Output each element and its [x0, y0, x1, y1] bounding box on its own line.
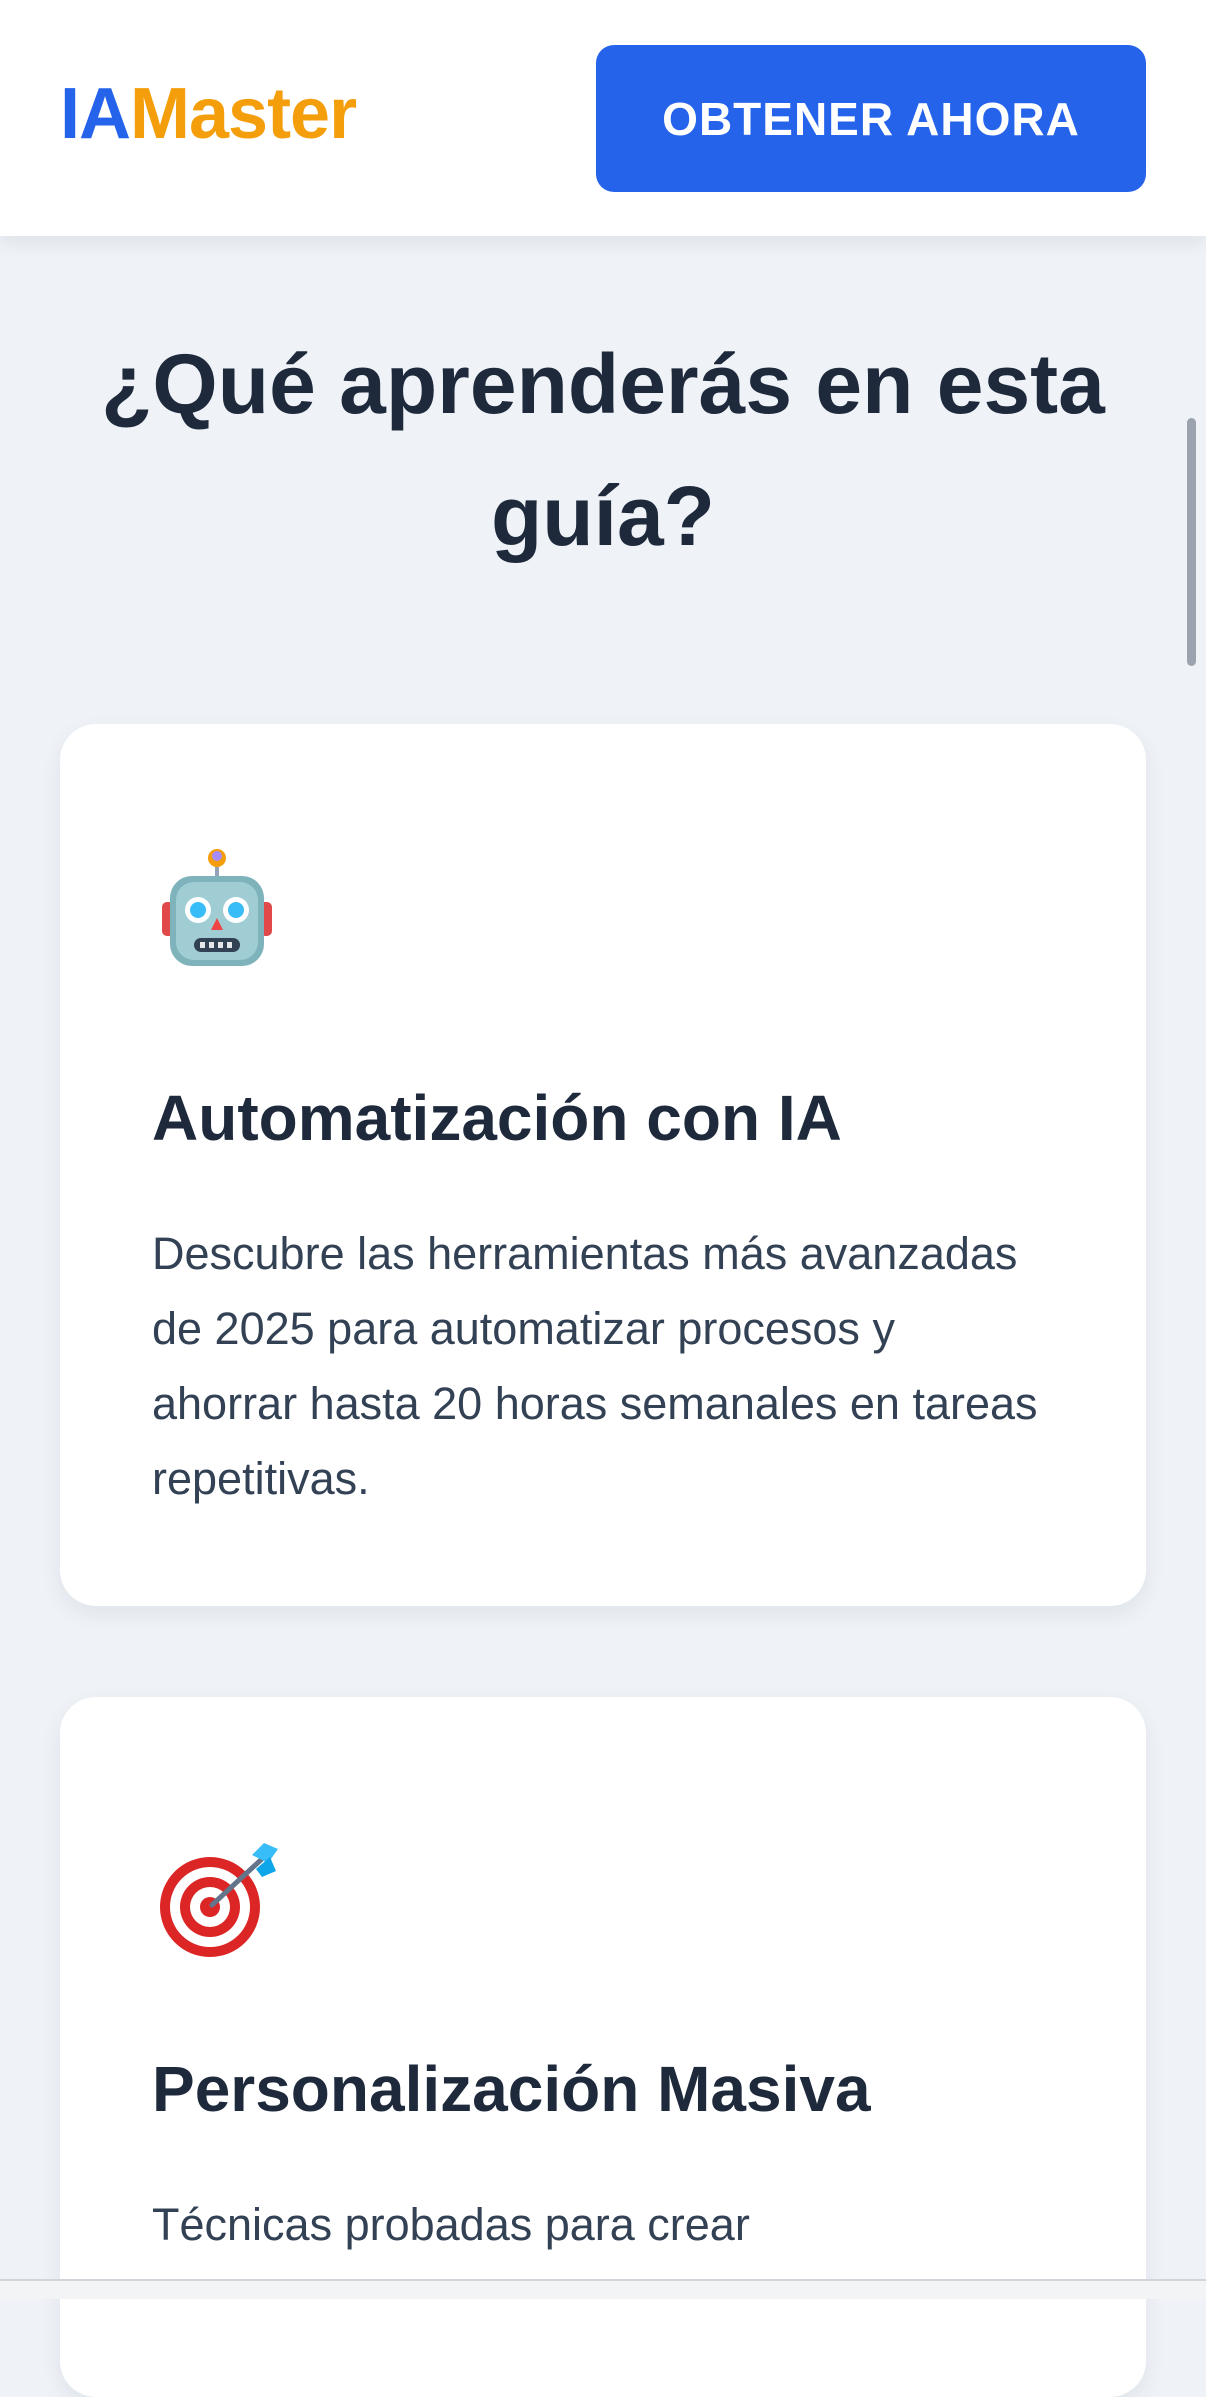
get-now-button[interactable]: OBTENER AHORA — [596, 45, 1146, 192]
bullseye-dart-icon — [152, 1835, 282, 1965]
card-description: Técnicas probadas para crear — [152, 2199, 750, 2250]
browser-bottom-bar — [0, 2279, 1206, 2299]
site-header: IAMaster OBTENER AHORA — [0, 0, 1206, 236]
card-title: Personalización Masiva — [152, 2053, 871, 2125]
card-description: Descubre las herramientas más avanzadas … — [152, 1228, 1038, 1504]
robot-icon — [152, 844, 282, 974]
brand-logo[interactable]: IAMaster — [60, 78, 357, 150]
vertical-scrollbar[interactable] — [1187, 418, 1196, 666]
feature-card-automation: Automatización con IA Descubre las herra… — [60, 724, 1146, 1606]
card-title: Automatización con IA — [152, 1082, 842, 1154]
section-title: ¿Qué aprenderás en esta guía? — [101, 337, 1105, 563]
logo-part-master: Master — [130, 74, 357, 154]
logo-part-ia: IA — [60, 74, 131, 154]
